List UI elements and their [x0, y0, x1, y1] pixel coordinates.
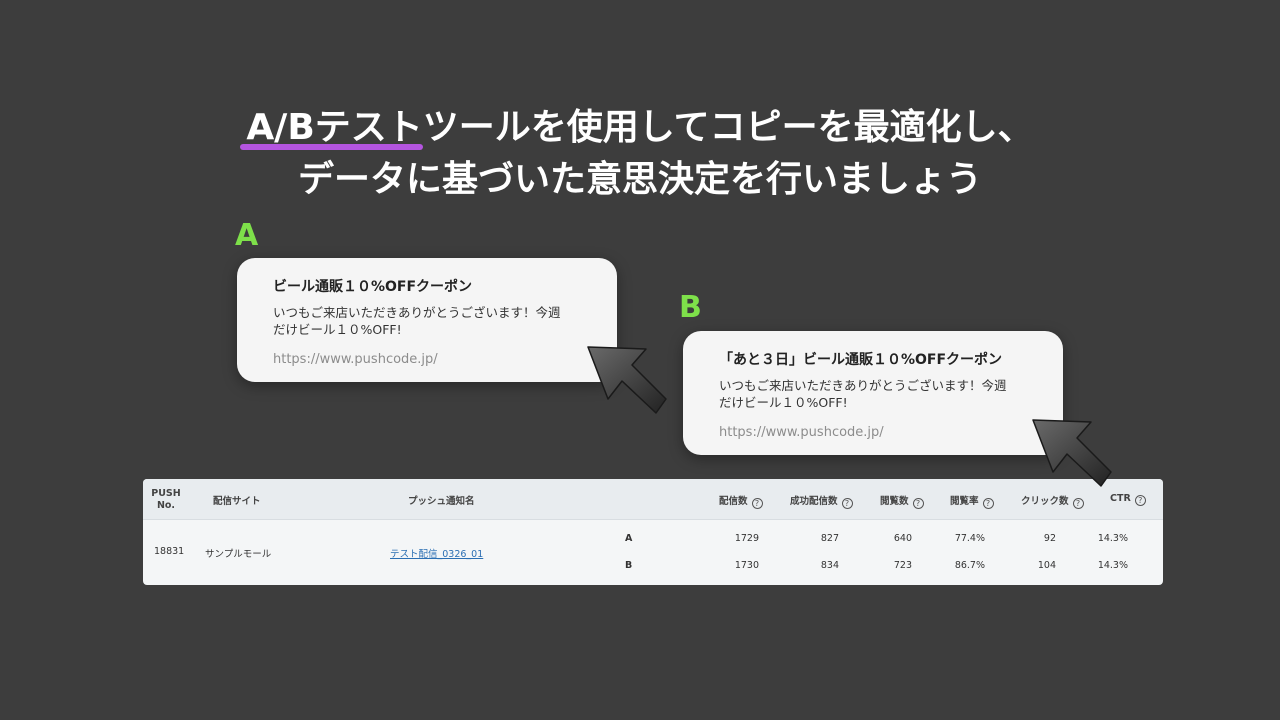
- notification-b-body-line1: いつもご来店いただきありがとうございます！今週: [719, 378, 1007, 393]
- variant-a-label: A: [235, 218, 259, 253]
- cursor-arrow-icon: [587, 346, 667, 414]
- notification-b-url: https://www.pushcode.jp/: [719, 425, 884, 440]
- headline-line-2: データに基づいた意思決定を行いましょう: [297, 159, 982, 200]
- notification-b-body-line2: だけビール１０%OFF!: [719, 395, 848, 410]
- table-header: PUSH No. 配信サイト プッシュ通知名 配信数? 成功配信数? 閲覧数? …: [143, 479, 1163, 520]
- headline: A/Bテストツールを使用してコピーを最適化し、 データに基づいた意思決定を行いま…: [0, 102, 1280, 206]
- cell-variant-label: A: [625, 533, 633, 544]
- help-icon[interactable]: ?: [841, 498, 853, 509]
- header-success: 成功配信数?: [790, 493, 853, 509]
- help-icon[interactable]: ?: [1134, 495, 1146, 506]
- notification-card-a: ビール通販１０%OFFクーポン いつもご来店いただきありがとうございます！今週 …: [237, 258, 617, 382]
- header-site: 配信サイト: [213, 496, 261, 507]
- cell-views: 640: [893, 533, 912, 544]
- cursor-arrow-icon: [1032, 419, 1112, 487]
- headline-highlight: A/Bテスト: [240, 102, 424, 154]
- cell-clicks: 92: [1043, 533, 1056, 544]
- cell-ctr: 14.3%: [1097, 560, 1128, 571]
- notification-card-b: 「あと３日」ビール通販１０%OFFクーポン いつもご来店いただきありがとうござい…: [683, 331, 1063, 455]
- cell-site: サンプルモール: [205, 549, 272, 560]
- headline-line-1-rest: ツールを使用してコピーを最適化し、: [422, 107, 1034, 148]
- notification-b-body: いつもご来店いただきありがとうございます！今週 だけビール１０%OFF!: [719, 377, 1027, 411]
- cell-variant-label: B: [625, 560, 633, 571]
- cell-view-rate: 77.4%: [954, 533, 985, 544]
- variant-b-label: B: [679, 290, 702, 325]
- notification-a-body-line1: いつもご来店いただきありがとうございます！今週: [273, 305, 561, 320]
- help-icon[interactable]: ?: [1072, 498, 1084, 509]
- help-icon[interactable]: ?: [751, 498, 763, 509]
- header-push-name: プッシュ通知名: [408, 496, 475, 507]
- cell-success: 827: [820, 533, 839, 544]
- header-view-rate: 閲覧率?: [950, 493, 994, 509]
- cell-delivered: 1729: [734, 533, 759, 544]
- cell-delivered: 1730: [734, 560, 759, 571]
- notification-a-url: https://www.pushcode.jp/: [273, 352, 438, 367]
- cell-clicks: 104: [1037, 560, 1056, 571]
- header-clicks: クリック数?: [1021, 493, 1084, 509]
- header-views: 閲覧数?: [880, 493, 924, 509]
- cell-ctr: 14.3%: [1097, 533, 1128, 544]
- header-ctr: CTR?: [1110, 493, 1146, 506]
- push-name-link[interactable]: テスト配信_0326_01: [390, 546, 483, 560]
- help-icon[interactable]: ?: [982, 498, 994, 509]
- notification-a-body-line2: だけビール１０%OFF!: [273, 322, 402, 337]
- notification-a-title: ビール通販１０%OFFクーポン: [273, 279, 473, 295]
- notification-a-body: いつもご来店いただきありがとうございます！今週 だけビール１０%OFF!: [273, 304, 581, 338]
- header-push-no: PUSH No.: [151, 488, 181, 511]
- cell-push-no: 18831: [154, 546, 185, 557]
- notification-b-title: 「あと３日」ビール通販１０%OFFクーポン: [719, 352, 1003, 368]
- headline-line-1: A/Bテストツールを使用してコピーを最適化し、: [0, 102, 1280, 154]
- ab-results-table: PUSH No. 配信サイト プッシュ通知名 配信数? 成功配信数? 閲覧数? …: [143, 479, 1163, 585]
- cell-view-rate: 86.7%: [954, 560, 985, 571]
- help-icon[interactable]: ?: [912, 498, 924, 509]
- cell-success: 834: [820, 560, 839, 571]
- header-delivered: 配信数?: [719, 493, 763, 509]
- cell-views: 723: [893, 560, 912, 571]
